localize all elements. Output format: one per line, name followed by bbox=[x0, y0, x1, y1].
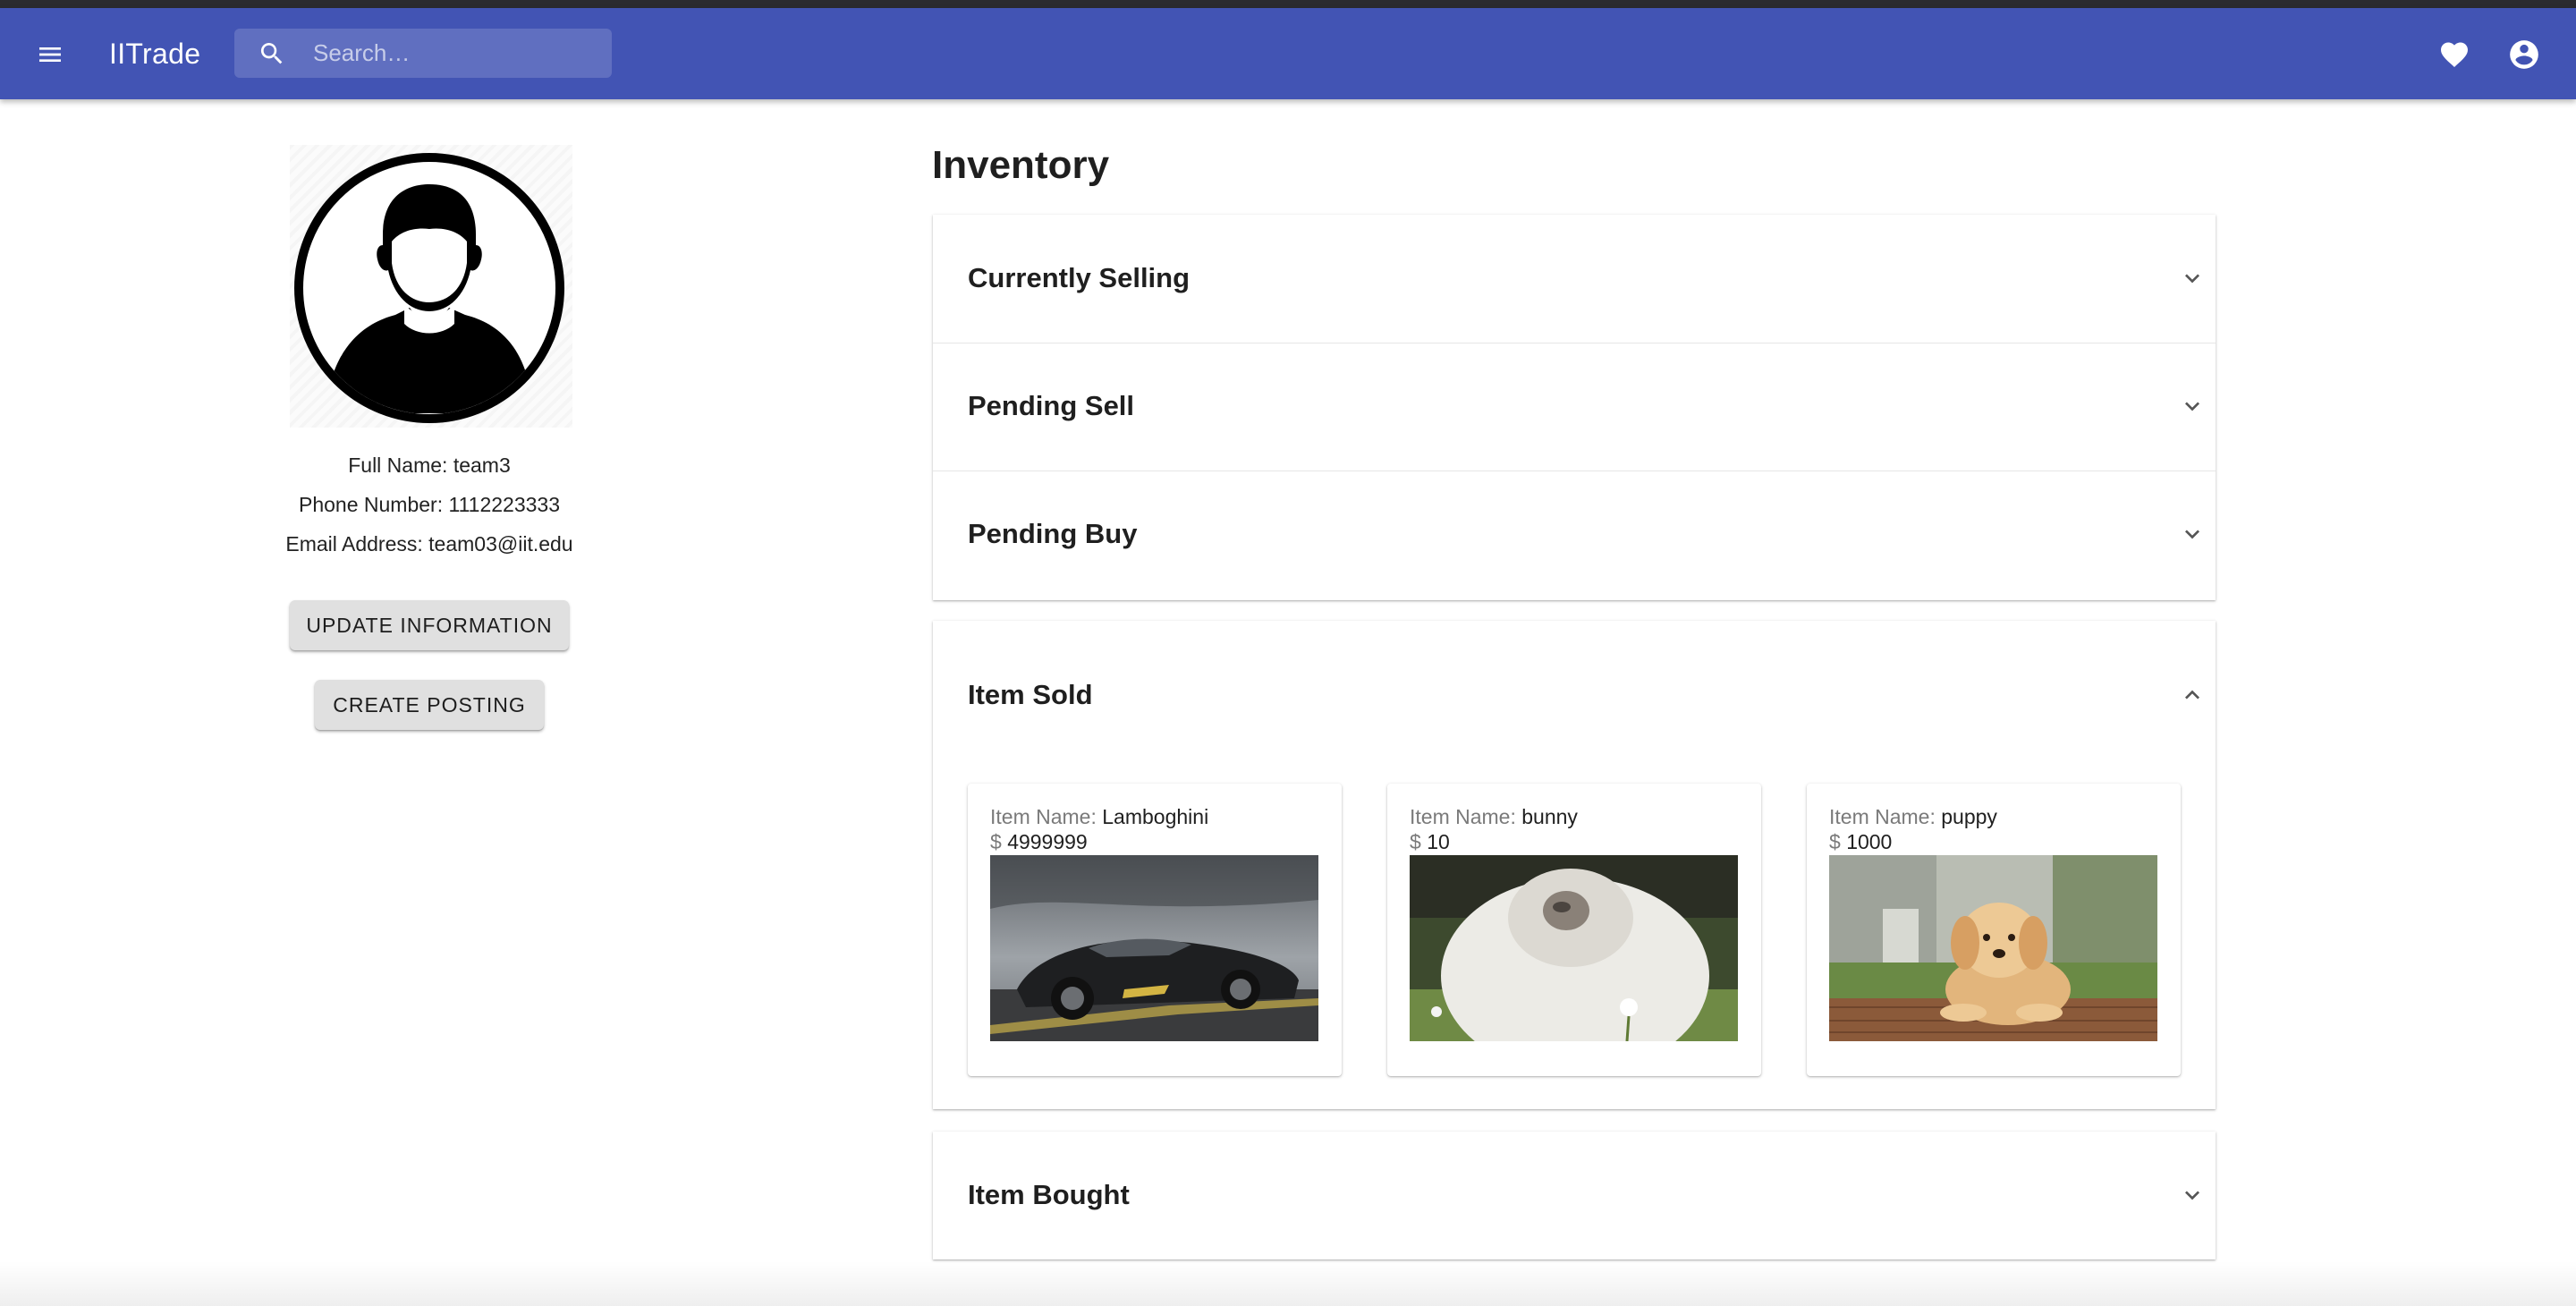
avatar bbox=[290, 145, 572, 428]
accordion-label: Currently Selling bbox=[968, 262, 1191, 293]
sold-item-card[interactable]: Item Name: bunny $ 10 bbox=[1387, 784, 1761, 1076]
item-price-line: $ 10 bbox=[1410, 829, 1450, 854]
account-button[interactable] bbox=[2504, 35, 2544, 74]
currency-symbol: $ bbox=[1410, 830, 1421, 853]
item-price: 1000 bbox=[1846, 830, 1893, 853]
item-name-label: Item Name: bbox=[990, 805, 1097, 828]
search-input[interactable] bbox=[313, 29, 599, 78]
item-name-line: Item Name: puppy bbox=[1829, 804, 1997, 829]
update-information-button[interactable]: UPDATE INFORMATION bbox=[290, 600, 569, 650]
search-box[interactable] bbox=[234, 29, 612, 78]
accordion-label: Item Sold bbox=[968, 679, 1093, 710]
chevron-down-icon bbox=[2185, 530, 2199, 539]
accordion-label: Pending Buy bbox=[968, 518, 1138, 549]
user-silhouette-icon bbox=[294, 153, 564, 423]
item-price: 10 bbox=[1427, 830, 1450, 853]
profile-email: Email Address: team03@iit.edu bbox=[285, 532, 573, 555]
accordion-label: Pending Sell bbox=[968, 390, 1135, 421]
inventory-accordion-group: Currently Selling Pending Sell Pending B… bbox=[933, 215, 2216, 600]
item-name-label: Item Name: bbox=[1829, 805, 1936, 828]
item-name-line: Item Name: bunny bbox=[1410, 804, 1578, 829]
accordion-item-sold-header[interactable]: Item Sold bbox=[933, 621, 2216, 728]
accordion-pending-sell[interactable]: Pending Sell bbox=[933, 343, 2216, 470]
menu-button[interactable] bbox=[30, 35, 70, 74]
app-title[interactable]: IITrade bbox=[109, 34, 200, 73]
item-name: puppy bbox=[1941, 805, 1997, 828]
accordion-currently-selling[interactable]: Currently Selling bbox=[933, 215, 2216, 342]
profile-phone: Phone Number: 1112223333 bbox=[299, 493, 560, 516]
currency-symbol: $ bbox=[1829, 830, 1841, 853]
currency-symbol: $ bbox=[990, 830, 1002, 853]
item-name: bunny bbox=[1521, 805, 1578, 828]
chevron-down-icon bbox=[2185, 402, 2199, 411]
chevron-down-icon bbox=[2185, 274, 2199, 284]
item-price-line: $ 1000 bbox=[1829, 829, 1892, 854]
create-posting-button[interactable]: CREATE POSTING bbox=[315, 680, 544, 730]
account-circle-icon bbox=[2510, 40, 2538, 69]
accordion-item-bought: Item Bought bbox=[933, 1132, 2216, 1259]
accordion-item-bought-header[interactable]: Item Bought bbox=[933, 1132, 2216, 1259]
sports-car-photo bbox=[990, 855, 1318, 1041]
item-price-line: $ 4999999 bbox=[990, 829, 1088, 854]
sold-item-card[interactable]: Item Name: puppy $ 1000 bbox=[1807, 784, 2181, 1076]
app-bar: IITrade bbox=[0, 8, 2576, 99]
window-top-strip bbox=[0, 0, 2576, 8]
chevron-down-icon bbox=[2185, 1191, 2199, 1200]
menu-icon bbox=[39, 47, 61, 62]
profile-full-name: Full Name: team3 bbox=[348, 454, 511, 477]
item-name: Lamboghini bbox=[1102, 805, 1209, 828]
window-bottom-shade bbox=[0, 1261, 2576, 1306]
inventory-title: Inventory bbox=[932, 143, 1110, 187]
favorites-button[interactable] bbox=[2435, 35, 2474, 74]
accordion-label: Item Bought bbox=[968, 1179, 1130, 1210]
golden-retriever-puppy-photo bbox=[1829, 855, 2157, 1041]
sold-item-card[interactable]: Item Name: Lamboghini $ 4999999 bbox=[968, 784, 1342, 1076]
item-name-label: Item Name: bbox=[1410, 805, 1516, 828]
rabbit-photo bbox=[1410, 855, 1738, 1041]
item-name-line: Item Name: Lamboghini bbox=[990, 804, 1208, 829]
accordion-pending-buy[interactable]: Pending Buy bbox=[933, 471, 2216, 600]
item-price: 4999999 bbox=[1007, 830, 1088, 853]
search-icon bbox=[260, 43, 283, 64]
heart-icon bbox=[2441, 42, 2468, 67]
chevron-up-icon bbox=[2185, 690, 2199, 700]
